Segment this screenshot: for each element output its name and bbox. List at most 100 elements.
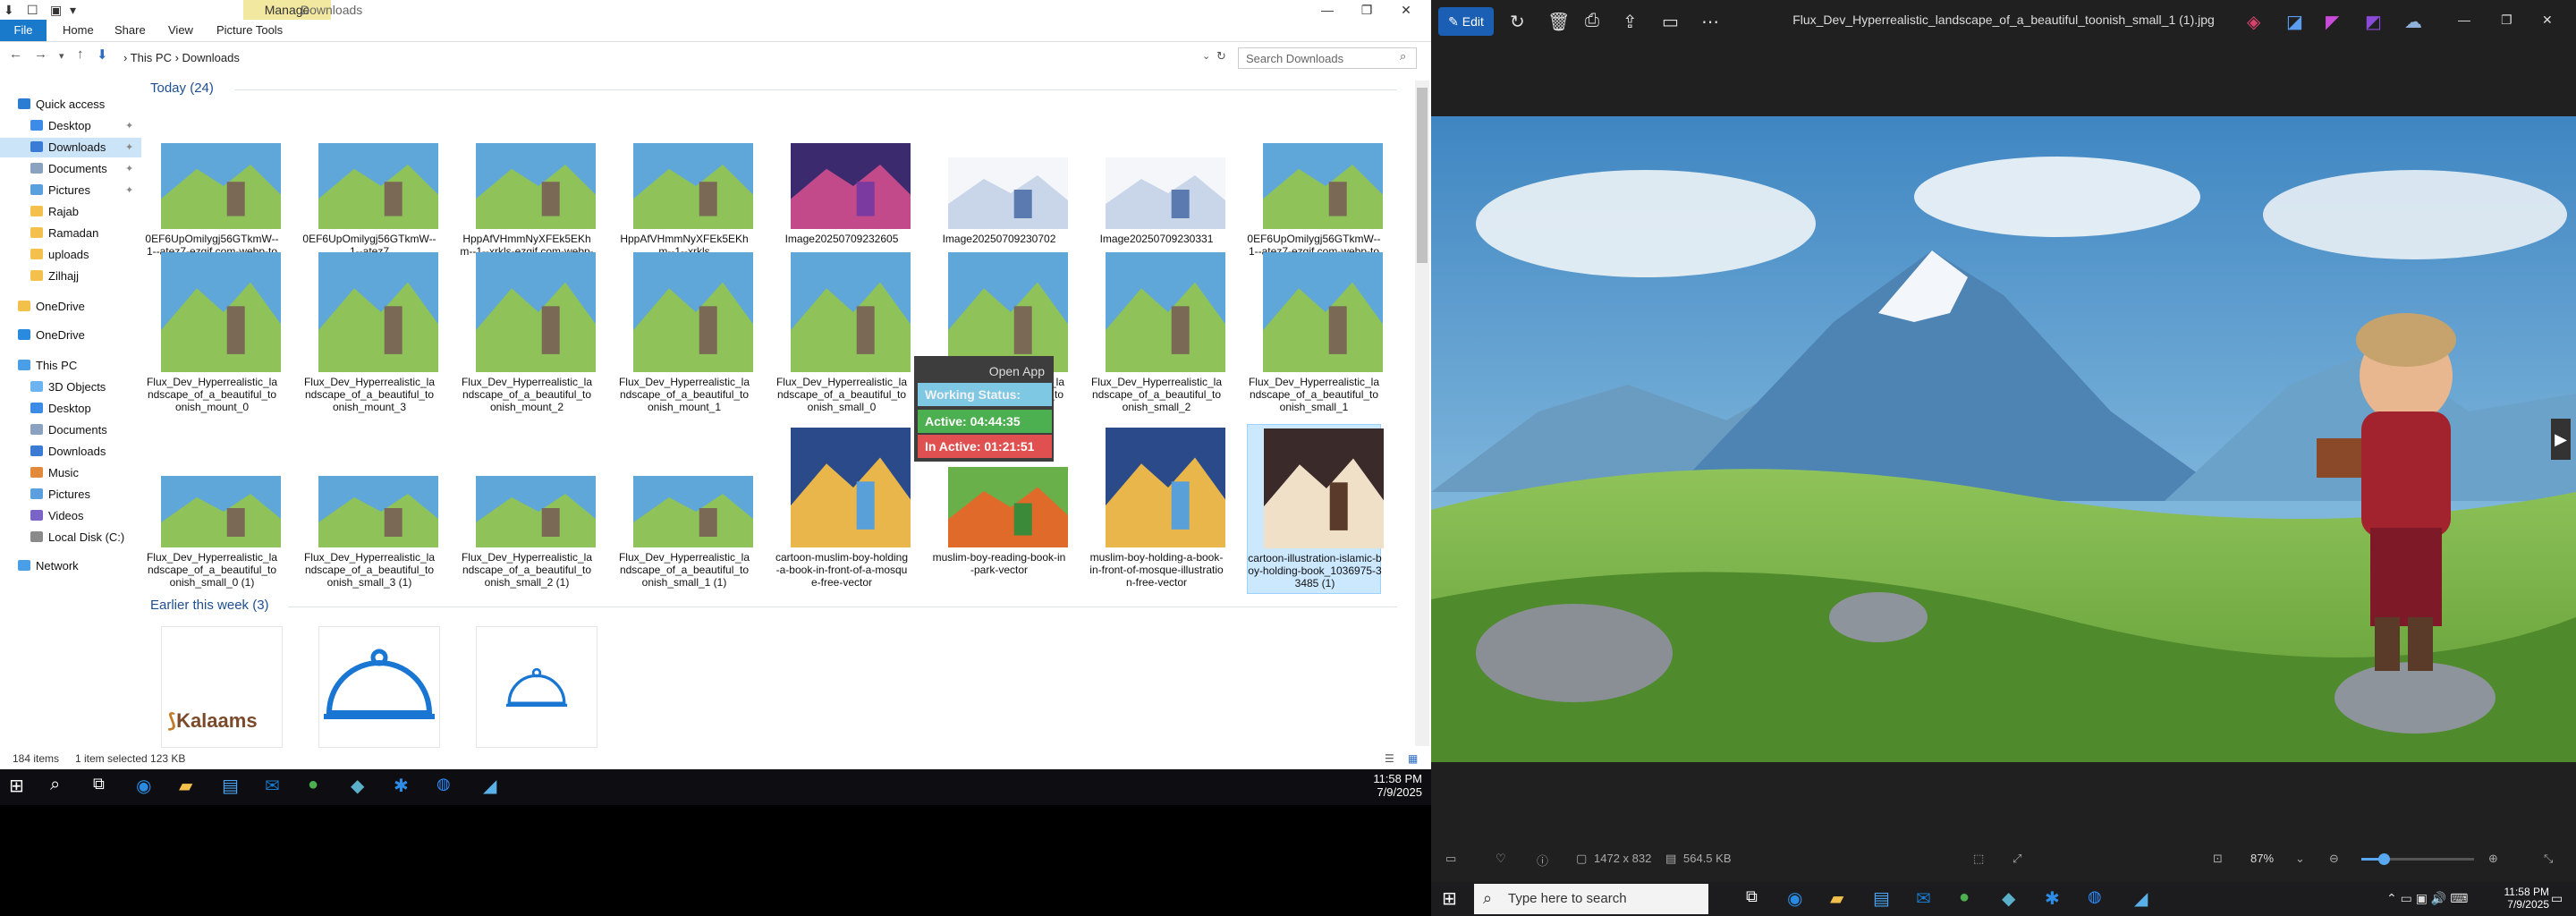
viewer-maximize-button[interactable]: ❐ [2501,13,2512,28]
refresh-icon[interactable]: ↻ [1216,49,1226,64]
sidebar-item[interactable]: Pictures ✦ [0,181,141,200]
vscode-icon[interactable]: ✱ [394,775,422,800]
fullscreen-icon[interactable]: ⤡ [2544,852,2553,866]
file-tile[interactable]: Flux_Dev_Hyperrealistic_landscape_of_a_b… [617,249,753,419]
start-windows-icon[interactable]: ⊞ [9,775,38,800]
large-icons-view-icon[interactable]: ▦ [1408,748,1418,769]
sidebar-item[interactable]: Videos [0,506,141,526]
file-explorer-icon[interactable]: ▰ [179,775,208,800]
zoom-icon[interactable]: ◍ [2088,887,2102,906]
file-tile[interactable]: Flux_Dev_Hyperrealistic_landscape_of_a_b… [145,424,281,594]
tab-share[interactable]: Share [114,20,146,41]
viewer-close-button[interactable]: ✕ [2542,13,2553,28]
store-icon[interactable]: ▤ [222,775,250,800]
file-tile[interactable]: Flux_Dev_Hyperrealistic_landscape_of_a_b… [617,424,753,594]
chrome-icon[interactable]: ● [1959,887,1970,908]
sidebar-item[interactable]: Pictures [0,485,141,505]
cloud-sync-icon[interactable]: ☁ [2404,11,2422,33]
sidebar-item[interactable]: Local Disk (C:) [0,528,141,547]
sidebar-item[interactable]: 3D Objects [0,377,141,397]
search-input[interactable]: Search Downloads [1238,47,1417,69]
vscode-icon[interactable]: ✱ [2045,887,2060,910]
breadcrumb-this-pc[interactable]: This PC [131,51,172,64]
edge-browser-icon[interactable]: ◉ [136,775,165,800]
task-view-icon[interactable]: ⧉ [1746,887,1758,906]
copilot-icon[interactable]: ◈ [2247,11,2260,33]
zoom-dropdown-icon[interactable]: ⌄ [2295,852,2305,866]
sidebar-item[interactable]: Quick access [0,95,141,114]
file-tile[interactable]: Flux_Dev_Hyperrealistic_landscape_of_a_b… [775,249,911,419]
expand-icon[interactable]: ⤢ [2012,852,2021,866]
edge-browser-icon[interactable]: ◉ [1787,887,1802,910]
details-view-icon[interactable]: ☰ [1385,748,1394,769]
sidebar-item[interactable]: Documents [0,420,141,440]
tab-file[interactable]: File [0,20,47,41]
viewer-minimize-button[interactable]: — [2458,13,2470,27]
file-tile[interactable]: Flux_Dev_Hyperrealistic_landscape_of_a_b… [460,249,596,419]
tab-view[interactable]: View [168,20,193,41]
slideshow-icon[interactable]: ▭ [1662,11,1679,33]
start-windows-icon[interactable]: ⊞ [1442,887,1457,910]
app-icon[interactable]: ◆ [351,775,379,800]
chrome-icon[interactable]: ● [308,775,336,800]
close-button[interactable]: ✕ [1385,0,1428,20]
file-tile[interactable] [460,623,597,748]
breadcrumb-downloads[interactable]: Downloads [182,51,240,64]
file-tile[interactable]: Flux_Dev_Hyperrealistic_landscape_of_a_b… [302,249,438,419]
address-bar[interactable]: › This PC › Downloads [123,48,1215,68]
sidebar-item[interactable]: This PC [0,356,141,376]
forward-arrow-icon[interactable]: → [34,47,47,62]
sidebar-item[interactable]: Network [0,556,141,576]
zoom-in-icon[interactable]: ⊕ [2488,852,2498,866]
file-tile[interactable]: Flux_Dev_Hyperrealistic_landscape_of_a_b… [460,424,596,594]
fit-to-window-icon[interactable]: ⊡ [2213,852,2223,866]
task-view-icon[interactable]: ⧉ [93,775,122,800]
taskbar-search-input[interactable]: Type here to search [1474,884,1708,914]
file-tile[interactable]: Flux_Dev_Hyperrealistic_landscape_of_a_b… [1089,249,1225,419]
file-tile[interactable]: ⟆Kalaams [145,623,283,748]
sidebar-item[interactable]: Rajab [0,202,141,222]
sidebar-item[interactable]: Ramadan [0,224,141,243]
delete-icon[interactable]: 🗑 [1547,11,1570,33]
edit-button[interactable]: ✎ Edit [1438,7,1494,36]
filmstrip-icon[interactable]: ▭ [1445,852,1456,866]
crop-icon[interactable]: ⬚ [1973,852,1984,866]
file-tile[interactable]: Flux_Dev_Hyperrealistic_landscape_of_a_b… [302,424,438,594]
file-tile[interactable]: cartoon-illustration-islamic-boy-holding… [1247,424,1384,594]
zoom-out-icon[interactable]: ⊖ [2329,852,2339,866]
up-arrow-icon[interactable]: ↑ [77,47,84,62]
file-tile[interactable]: cartoon-muslim-boy-holding-a-book-in-fro… [775,424,911,594]
info-icon[interactable]: ⓘ [1537,852,1548,869]
sidebar-item[interactable]: uploads [0,245,141,265]
sidebar-item[interactable]: Zilhajj [0,267,141,286]
photos-app-icon[interactable]: ◢ [483,775,512,800]
new-folder-icon[interactable]: ▣ [50,3,62,18]
scrollbar-thumb[interactable] [1417,88,1428,263]
customize-qat-icon[interactable]: ▾ [70,3,76,18]
open-app-button[interactable]: Open App [918,360,1052,383]
ai-tools-icon[interactable]: ◩ [2365,11,2382,33]
recent-locations-icon[interactable]: ▾ [59,50,64,62]
taskbar-clock[interactable]: 11:58 PM 7/9/2025 [2496,886,2549,911]
system-tray-icons[interactable]: ⌃ ▭ ▣ 🔊 ⌨ [2386,891,2468,906]
zoom-slider[interactable] [2361,853,2474,865]
file-tile[interactable] [302,623,440,748]
tab-picture-tools[interactable]: Picture Tools [216,20,283,41]
search-icon[interactable]: ⌕ [50,775,79,800]
rotate-icon[interactable]: ↻ [1510,11,1525,33]
sidebar-item[interactable]: Documents ✦ [0,159,141,179]
search-icon[interactable]: ⌕ [1400,49,1406,64]
outlook-icon[interactable]: ✉ [1916,887,1931,910]
back-arrow-icon[interactable]: ← [9,47,22,62]
group-header-earlier[interactable]: Earlier this week (3) [150,598,269,613]
next-image-arrow[interactable]: ▶ [2551,419,2571,460]
sidebar-item[interactable]: Downloads [0,442,141,462]
save-icon[interactable]: ⬇ [4,3,14,18]
sidebar-item[interactable]: Desktop ✦ [0,116,141,136]
file-tile[interactable]: Flux_Dev_Hyperrealistic_landscape_of_a_b… [1247,249,1383,419]
file-explorer-icon[interactable]: ▰ [1830,887,1843,910]
store-icon[interactable]: ▤ [1873,887,1890,910]
sidebar-item[interactable]: OneDrive [0,326,141,345]
clipchamp-icon[interactable]: ◤ [2326,11,2339,33]
maximize-button[interactable]: ❐ [1345,0,1388,20]
